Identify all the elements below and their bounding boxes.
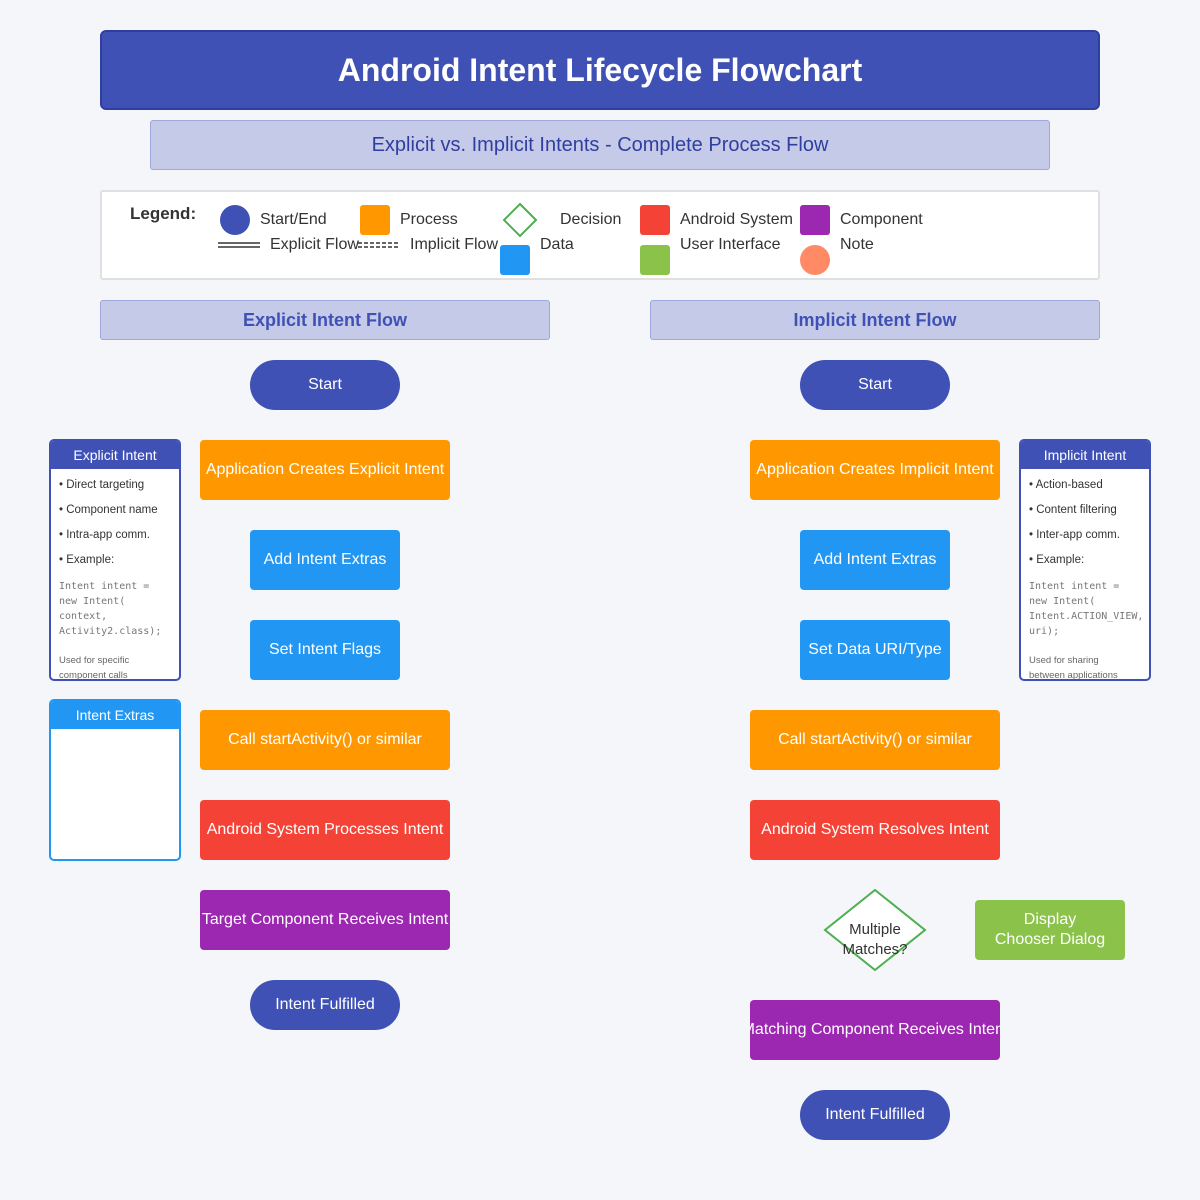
explicit-panel-title: Explicit Intent [51, 441, 179, 469]
legend [100, 190, 1100, 280]
note-line: Used for sharing [1029, 655, 1099, 666]
intent-extras-panel: Intent Extras [49, 699, 181, 861]
legend-user-interface-swatch [640, 245, 670, 275]
implicit-set-data-uri-node: Set Data URI/Type [800, 620, 950, 680]
legend-data-label: Data [540, 236, 574, 253]
explicit-system-processes-node: Android System Processes Intent [200, 800, 450, 860]
implicit-panel-item: • Content filtering [1029, 504, 1117, 516]
page-title: Android Intent Lifecycle Flowchart [100, 30, 1100, 110]
implicit-intent-info-panel: Implicit Intent • Action-based • Content… [1019, 439, 1151, 681]
implicit-end-node: Intent Fulfilled [800, 1090, 950, 1140]
legend-user-interface-label: User Interface [680, 236, 781, 253]
implicit-system-resolves-node: Android System Resolves Intent [750, 800, 1000, 860]
legend-start-end-swatch [220, 205, 250, 235]
implicit-panel-item: • Inter-app comm. [1029, 529, 1120, 541]
chooser-line-2: Chooser Dialog [994, 931, 1106, 948]
code-line: Intent.ACTION_VIEW, [1029, 611, 1144, 622]
code-line: Intent intent = [59, 581, 150, 592]
multiple-matches-decision-label: Multiple Matches? [825, 920, 925, 960]
legend-explicit-flow-label: Explicit Flow [270, 236, 359, 253]
legend-explicit-flow-line [218, 242, 260, 248]
legend-start-end-label: Start/End [260, 211, 327, 228]
explicit-flow-header: Explicit Intent Flow [100, 300, 550, 340]
implicit-matching-component-node: Matching Component Receives Intent [750, 1000, 1000, 1060]
explicit-create-intent-node: Application Creates Explicit Intent [200, 440, 450, 500]
explicit-panel-item: • Component name [59, 504, 158, 516]
legend-process-label: Process [400, 211, 458, 228]
explicit-panel-note: Used for specific component calls [59, 653, 171, 681]
decision-line-2: Matches? [842, 941, 908, 958]
intent-extras-panel-title: Intent Extras [51, 701, 179, 729]
legend-note-swatch [800, 245, 830, 275]
explicit-panel-code: Intent intent = new Intent( context, Act… [59, 579, 171, 639]
legend-note-label: Note [840, 236, 874, 253]
implicit-panel-code: Intent intent = new Intent( Intent.ACTIO… [1029, 579, 1144, 639]
code-line: Activity2.class); [59, 626, 162, 637]
explicit-set-flags-node: Set Intent Flags [250, 620, 400, 680]
legend-android-system-label: Android System [680, 211, 793, 228]
implicit-flow-header: Implicit Intent Flow [650, 300, 1100, 340]
explicit-end-node: Intent Fulfilled [250, 980, 400, 1030]
implicit-add-extras-node: Add Intent Extras [800, 530, 950, 590]
implicit-panel-note: Used for sharing between applications [1029, 653, 1141, 681]
code-line: new Intent( [1029, 596, 1096, 607]
note-line: Used for specific [59, 655, 130, 666]
explicit-add-extras-node: Add Intent Extras [250, 530, 400, 590]
explicit-call-start-activity-node: Call startActivity() or similar [200, 710, 450, 770]
note-line: between applications [1029, 670, 1118, 681]
legend-decision-label: Decision [560, 211, 622, 228]
legend-implicit-flow-label: Implicit Flow [410, 236, 499, 253]
explicit-target-component-node: Target Component Receives Intent [200, 890, 450, 950]
explicit-panel-item: • Intra-app comm. [59, 529, 150, 541]
code-line: uri); [1029, 626, 1060, 637]
legend-data-swatch [500, 245, 530, 275]
implicit-panel-item: • Example: [1029, 554, 1085, 566]
implicit-panel-item: • Action-based [1029, 479, 1103, 491]
code-line: context, [59, 611, 108, 622]
note-line: component calls [59, 670, 128, 681]
chooser-line-1: Display [1023, 911, 1077, 928]
legend-title: Legend: [130, 204, 197, 223]
legend-decision-swatch [502, 202, 538, 238]
explicit-panel-item: • Direct targeting [59, 479, 145, 491]
legend-implicit-flow-line [358, 242, 400, 248]
explicit-panel-item: • Example: [59, 554, 115, 566]
chooser-dialog-node: Display Chooser Dialog [975, 900, 1125, 960]
legend-android-system-swatch [640, 205, 670, 235]
implicit-panel-title: Implicit Intent [1021, 441, 1149, 469]
page-subtitle: Explicit vs. Implicit Intents - Complete… [150, 120, 1050, 170]
implicit-create-intent-node: Application Creates Implicit Intent [750, 440, 1000, 500]
explicit-start-node: Start [250, 360, 400, 410]
code-line: new Intent( [59, 596, 126, 607]
matching-component-label: Matching Component Receives Intent [750, 1021, 1000, 1038]
implicit-start-node: Start [800, 360, 950, 410]
decision-line-1: Multiple [849, 921, 901, 938]
legend-process-swatch [360, 205, 390, 235]
code-line: Intent intent = [1029, 581, 1120, 592]
explicit-intent-info-panel: Explicit Intent • Direct targeting • Com… [49, 439, 181, 681]
legend-component-label: Component [840, 211, 923, 228]
implicit-call-start-activity-node: Call startActivity() or similar [750, 710, 1000, 770]
legend-component-swatch [800, 205, 830, 235]
